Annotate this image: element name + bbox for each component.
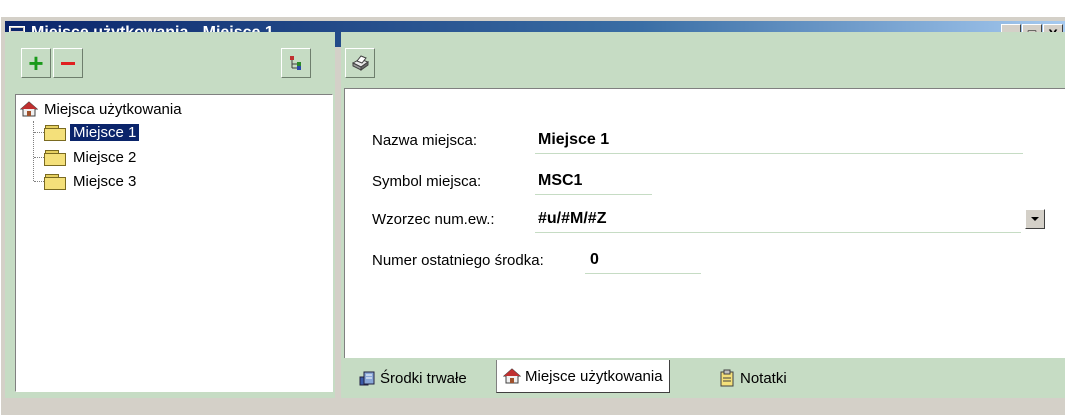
name-underline: [535, 153, 1023, 154]
tab-srodki-trwale[interactable]: Środki trwałe: [352, 364, 473, 392]
house-icon: [20, 101, 38, 117]
right-panel: Nazwa miejsca: Miejsce 1 Symbol miejsca:…: [341, 32, 1065, 398]
tree-view-icon: [290, 56, 301, 70]
notes-icon: [720, 369, 734, 387]
tree-view-button[interactable]: [281, 48, 311, 78]
symbol-underline: [535, 194, 652, 195]
pattern-label: Wzorzec num.ew.:: [372, 211, 495, 228]
tab-label: Notatki: [740, 369, 787, 387]
tree-item-miejsce-2[interactable]: Miejsce 2: [44, 147, 139, 167]
pattern-field[interactable]: #u/#M/#Z: [538, 210, 606, 228]
tree-item-miejsce-3[interactable]: Miejsce 3: [44, 171, 139, 191]
minus-icon: [61, 61, 75, 65]
tab-label: Środki trwałe: [380, 369, 467, 387]
tree-item-label: Miejsce 2: [73, 148, 137, 166]
place-details: Nazwa miejsca: Miejsce 1 Symbol miejsca:…: [344, 88, 1065, 358]
symbol-label: Symbol miejsca:: [372, 173, 482, 190]
add-place-button[interactable]: +: [21, 48, 51, 78]
tree-item-label: Miejsce 3: [73, 172, 137, 190]
name-label: Nazwa miejsca:: [372, 132, 478, 149]
tree-connector: [33, 121, 34, 181]
printer-icon: [351, 55, 370, 71]
places-tree[interactable]: Miejsca użytkowania Miejsce 1 Miejsce 2 …: [15, 94, 333, 392]
tree-connector: [34, 132, 44, 133]
remove-place-button[interactable]: [53, 48, 83, 78]
pattern-dropdown-button[interactable]: [1025, 209, 1045, 229]
house-icon: [503, 368, 521, 384]
tab-miejsce-uzytkowania[interactable]: Miejsce użytkowania: [496, 360, 670, 393]
print-button[interactable]: [345, 48, 375, 78]
tree-root[interactable]: Miejsca użytkowania: [20, 99, 185, 119]
last-number-field[interactable]: 0: [590, 251, 599, 269]
last-number-underline: [585, 273, 701, 274]
tree-item-miejsce-1[interactable]: Miejsce 1: [44, 122, 141, 142]
tree-connector: [34, 181, 44, 182]
folder-icon: [44, 149, 66, 166]
plus-icon: +: [28, 48, 44, 78]
name-field[interactable]: Miejsce 1: [538, 131, 609, 149]
tree-root-label: Miejsca użytkowania: [44, 100, 182, 118]
pattern-underline: [535, 232, 1021, 233]
left-panel: + Miejsca użytkowania Miejsce 1 Miejsce …: [5, 32, 335, 398]
tab-label: Miejsce użytkowania: [525, 367, 663, 385]
assets-icon: [359, 371, 375, 386]
tree-item-label: Miejsce 1: [68, 122, 141, 142]
bottom-tabs: Środki trwałe Miejsce użytkowania Notatk…: [344, 358, 1065, 398]
symbol-field[interactable]: MSC1: [538, 172, 582, 190]
last-number-label: Numer ostatniego środka:: [372, 252, 544, 269]
tree-connector: [34, 157, 44, 158]
tab-notatki[interactable]: Notatki: [712, 364, 793, 392]
open-folder-icon: [44, 124, 66, 141]
folder-icon: [44, 173, 66, 190]
left-toolbar: +: [5, 32, 335, 88]
